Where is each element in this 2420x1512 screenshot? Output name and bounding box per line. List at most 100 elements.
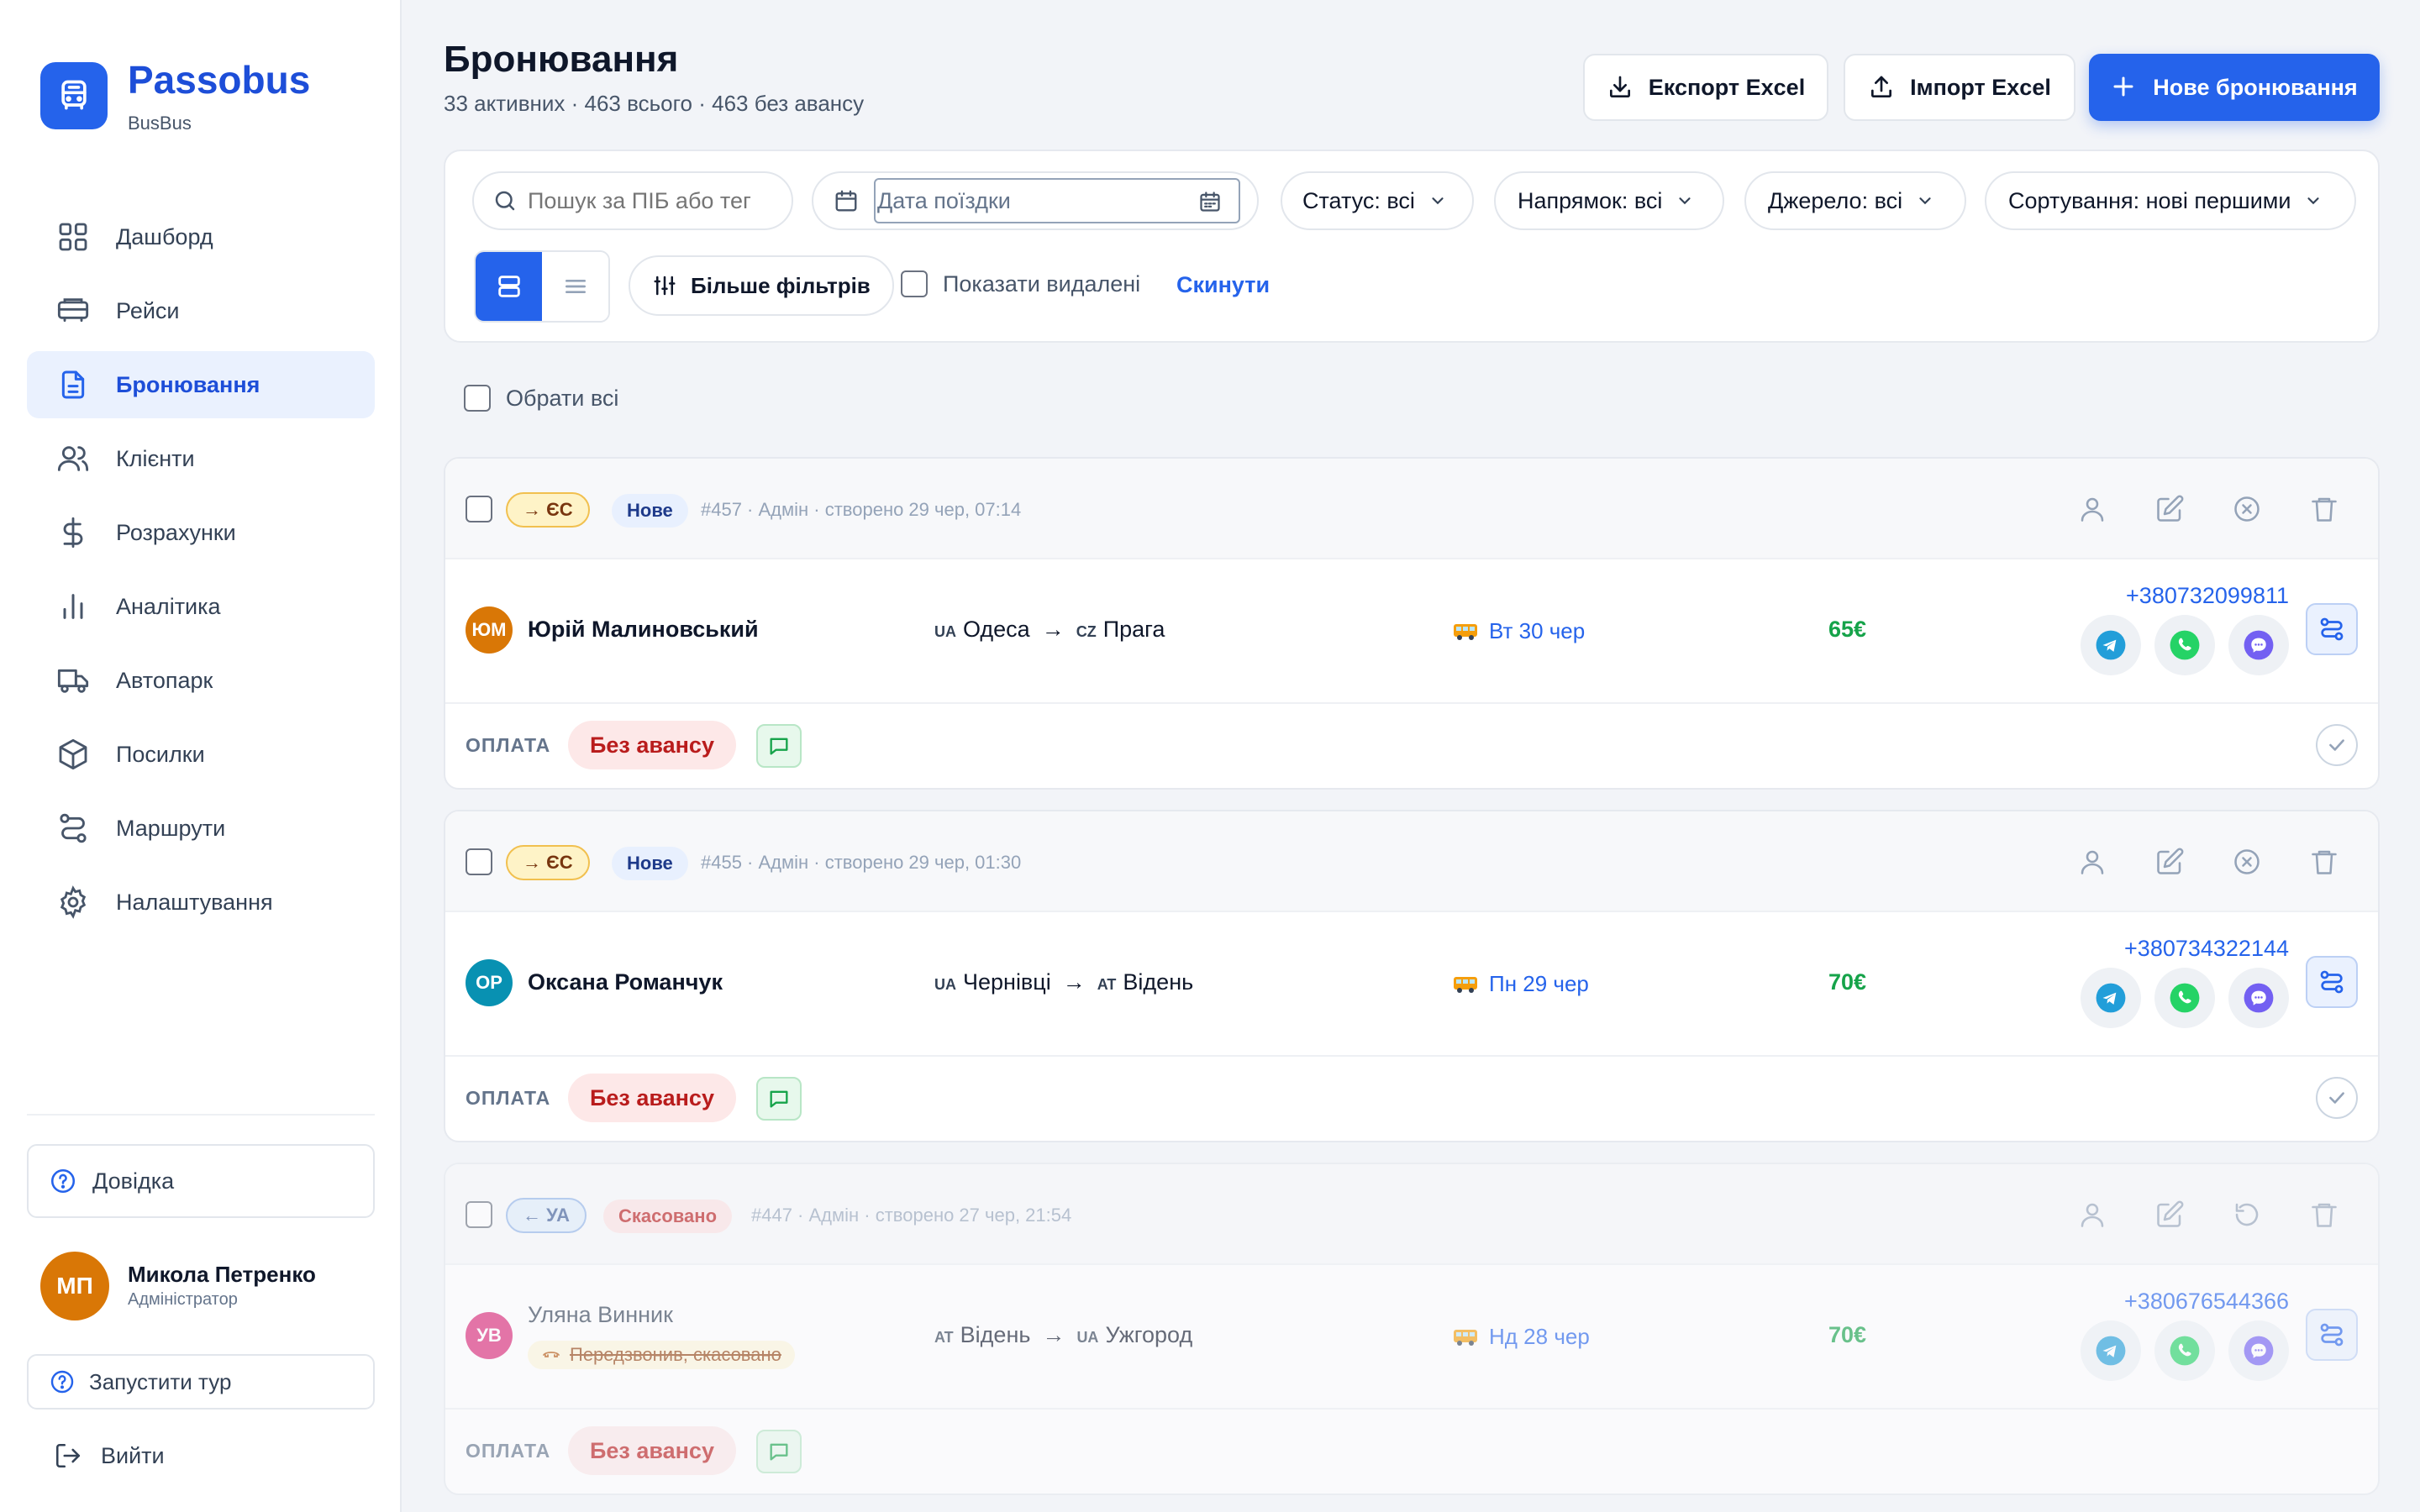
trip-date-link[interactable]: Вт 30 чер — [1452, 618, 1585, 644]
payment-status-badge[interactable]: Без авансу — [568, 721, 736, 769]
client-name[interactable]: Юрій Малиновський — [528, 617, 759, 643]
search-field[interactable] — [472, 171, 793, 230]
booking-card-header: ← УА Скасовано #447 · Адмін · створено 2… — [445, 1164, 2378, 1265]
telegram-button[interactable] — [2081, 968, 2141, 1028]
select-all-toggle[interactable]: Обрати всі — [464, 385, 618, 412]
new-booking-button[interactable]: Нове бронювання — [2089, 54, 2380, 121]
viber-button[interactable] — [2228, 615, 2289, 675]
card-view-button[interactable] — [476, 252, 542, 321]
payment-status-badge[interactable]: Без авансу — [568, 1426, 736, 1475]
phone-link[interactable]: +380734322144 — [2124, 936, 2289, 962]
route-to: Прага — [1102, 617, 1165, 642]
cancel-circle-icon[interactable] — [2232, 494, 2262, 524]
confirm-button[interactable] — [2316, 724, 2358, 766]
client-name[interactable]: Уляна Винник — [528, 1302, 673, 1328]
avatar: УВ — [466, 1312, 513, 1359]
sidebar-item-bookings[interactable]: Бронювання — [27, 351, 375, 418]
avatar[interactable]: МП — [40, 1252, 109, 1320]
trip-date-link[interactable]: Нд 28 чер — [1452, 1324, 1590, 1350]
reset-filters-link[interactable]: Скинути — [1176, 272, 1270, 298]
route-icon — [2317, 1320, 2346, 1349]
truck-icon — [55, 663, 91, 698]
dollar-icon — [55, 515, 91, 550]
import-excel-button[interactable]: Імпорт Excel — [1844, 54, 2075, 121]
search-input[interactable] — [528, 187, 755, 214]
sidebar-item-dashboard[interactable]: Дашборд — [27, 203, 375, 270]
booking-select-checkbox[interactable] — [466, 848, 492, 875]
trash-icon[interactable] — [2309, 847, 2339, 877]
phone-link[interactable]: +380676544366 — [2124, 1289, 2289, 1315]
logout-button[interactable]: Вийти — [54, 1441, 165, 1470]
direction-filter-select[interactable]: Напрямок: всі — [1494, 171, 1724, 230]
comment-button[interactable] — [756, 1430, 802, 1473]
download-icon — [1607, 74, 1634, 101]
whatsapp-button[interactable] — [2154, 615, 2215, 675]
viber-button[interactable] — [2228, 1320, 2289, 1381]
trip-date-input[interactable]: Дата поїздки — [874, 178, 1240, 223]
logo-bus-icon[interactable] — [40, 62, 108, 129]
payment-status-badge[interactable]: Без авансу — [568, 1074, 736, 1122]
select-all-checkbox[interactable] — [464, 385, 491, 412]
client-note-badge: Передзвонив, скасовано — [528, 1341, 795, 1369]
assign-user-icon[interactable] — [2077, 847, 2107, 877]
source-filter-select[interactable]: Джерело: всі — [1744, 171, 1966, 230]
bus-emoji-icon — [1452, 622, 1479, 642]
cancel-circle-icon[interactable] — [2232, 847, 2262, 877]
viber-icon — [2243, 982, 2275, 1014]
whatsapp-button[interactable] — [2154, 968, 2215, 1028]
edit-icon[interactable] — [2154, 847, 2185, 877]
phone-link[interactable]: +380732099811 — [2126, 583, 2289, 609]
upload-icon — [1868, 74, 1895, 101]
comment-button[interactable] — [756, 1077, 802, 1121]
arrow-right-icon: → — [1041, 617, 1065, 642]
list-view-button[interactable] — [542, 252, 608, 321]
show-deleted-toggle[interactable]: Показати видалені — [901, 270, 1140, 297]
viber-button[interactable] — [2228, 968, 2289, 1028]
sidebar-item-label: Аналітика — [116, 593, 221, 619]
assign-user-icon[interactable] — [2077, 494, 2107, 524]
route-details-button[interactable] — [2306, 603, 2358, 655]
sidebar-item-settlements[interactable]: Розрахунки — [27, 499, 375, 566]
whatsapp-icon — [2169, 629, 2201, 661]
confirm-button[interactable] — [2316, 1077, 2358, 1119]
booking-select-checkbox[interactable] — [466, 496, 492, 522]
comment-button[interactable] — [756, 724, 802, 768]
restore-icon[interactable] — [2232, 1200, 2262, 1230]
trash-icon[interactable] — [2309, 494, 2339, 524]
sidebar-item-trips[interactable]: Рейси — [27, 277, 375, 344]
whatsapp-button[interactable] — [2154, 1320, 2215, 1381]
route-from: Відень — [960, 1322, 1031, 1347]
route-details-button[interactable] — [2306, 1309, 2358, 1361]
sidebar-item-fleet[interactable]: Автопарк — [27, 647, 375, 714]
trip-date-link[interactable]: Пн 29 чер — [1452, 971, 1589, 997]
assign-user-icon[interactable] — [2077, 1200, 2107, 1230]
sidebar-item-parcels[interactable]: Посилки — [27, 721, 375, 788]
chevron-down-icon — [1676, 192, 1694, 210]
edit-icon[interactable] — [2154, 494, 2185, 524]
payment-label: ОПЛАТА — [466, 1087, 551, 1109]
sidebar-item-routes[interactable]: Маршрути — [27, 795, 375, 862]
show-deleted-checkbox[interactable] — [901, 270, 928, 297]
help-button[interactable]: Довідка — [27, 1144, 375, 1218]
edit-icon[interactable] — [2154, 1200, 2185, 1230]
client-name[interactable]: Оксана Романчук — [528, 969, 723, 995]
start-tour-button[interactable]: Запустити тур — [27, 1354, 375, 1410]
country-code: AT — [934, 1329, 954, 1346]
booking-price: 70€ — [1828, 969, 1867, 995]
more-filters-button[interactable]: Більше фільтрів — [629, 255, 894, 316]
trip-date-filter[interactable]: Дата поїздки — [812, 171, 1259, 230]
sidebar-item-analytics[interactable]: Аналітика — [27, 573, 375, 640]
calendar-icon[interactable] — [1198, 190, 1222, 213]
booking-select-checkbox[interactable] — [466, 1201, 492, 1228]
telegram-button[interactable] — [2081, 615, 2141, 675]
sort-select[interactable]: Сортування: нові першими — [1985, 171, 2356, 230]
sidebar-item-clients[interactable]: Клієнти — [27, 425, 375, 492]
route-to: Відень — [1123, 969, 1194, 995]
export-excel-button[interactable]: Експорт Excel — [1583, 54, 1828, 121]
trash-icon[interactable] — [2309, 1200, 2339, 1230]
whatsapp-icon — [2169, 1335, 2201, 1367]
sidebar-item-settings[interactable]: Налаштування — [27, 869, 375, 936]
route-details-button[interactable] — [2306, 956, 2358, 1008]
status-filter-select[interactable]: Статус: всі — [1281, 171, 1474, 230]
telegram-button[interactable] — [2081, 1320, 2141, 1381]
